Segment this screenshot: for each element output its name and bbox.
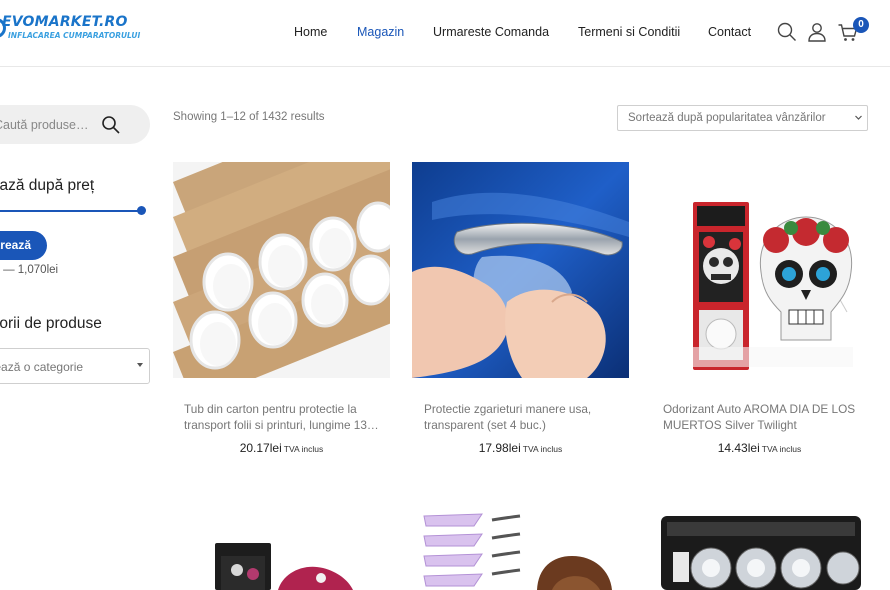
air-freshener-image <box>651 162 868 378</box>
product-tva-label: TVA inclus <box>522 444 563 454</box>
price-filter-title: Filtrează după preț <box>0 177 95 194</box>
category-select[interactable]: Selectează o categorie <box>0 348 150 384</box>
main-nav: Home Magazin Urmareste Comanda Termeni s… <box>0 25 890 45</box>
nav-termeni-conditii[interactable]: Termeni si Conditii <box>578 25 680 39</box>
nav-magazin[interactable]: Magazin <box>357 25 404 39</box>
product-image-6[interactable] <box>651 508 868 590</box>
search-icon[interactable] <box>776 21 798 43</box>
product-image-2[interactable] <box>412 162 629 378</box>
filter-button[interactable]: Filtrează <box>0 231 47 260</box>
price-slider-handle[interactable] <box>137 206 146 215</box>
sort-select-value: Sortează după popularitatea vânzărilor <box>628 112 826 124</box>
eyeliner-stencil-image <box>412 508 629 590</box>
air-freshener-image <box>173 508 390 590</box>
product-tva-label: TVA inclus <box>283 444 324 454</box>
product-tva-label: TVA inclus <box>761 444 802 454</box>
sort-select[interactable]: Sortează după popularitatea vânzărilor <box>617 105 868 131</box>
product-price-1: 20.17lei TVA inclus <box>173 441 390 455</box>
nav-home[interactable]: Home <box>294 25 327 39</box>
site-header: EVOMARKET.RO INFLACAREA CUMPARATORULUI H… <box>0 0 890 67</box>
product-price-value: 17.98lei <box>478 441 521 455</box>
category-select-value: Selectează o categorie <box>0 360 84 374</box>
product-title-1[interactable]: Tub din carton pentru protectie la trans… <box>184 401 384 433</box>
door-handle-protection-image <box>412 162 629 378</box>
product-image-3[interactable] <box>651 162 868 378</box>
search-submit-icon[interactable] <box>101 115 121 135</box>
product-price-value: 14.43lei <box>717 441 760 455</box>
product-search <box>0 105 150 144</box>
nav-contact[interactable]: Contact <box>708 25 751 39</box>
product-title-2[interactable]: Protectie zgarieturi manere usa, transpa… <box>424 401 624 433</box>
cardboard-tubes-image <box>173 162 390 378</box>
product-title-3[interactable]: Odorizant Auto AROMA DIA DE LOS MUERTOS … <box>663 401 863 433</box>
result-count: Showing 1–12 of 1432 results <box>173 111 325 123</box>
chevron-down-icon <box>855 115 862 120</box>
product-image-5[interactable] <box>412 508 629 590</box>
nav-urmareste-comanda[interactable]: Urmareste Comanda <box>433 25 549 39</box>
product-search-input[interactable] <box>0 105 114 144</box>
price-range-label: 0lei — 1,070lei <box>0 264 59 276</box>
product-price-3: 14.43lei TVA inclus <box>651 441 868 455</box>
categories-title: Categorii de produse <box>0 315 102 332</box>
price-slider-track[interactable] <box>0 210 142 212</box>
product-image-1[interactable] <box>173 162 390 378</box>
product-price-value: 20.17lei <box>239 441 282 455</box>
led-work-light-image <box>651 508 868 590</box>
user-icon[interactable] <box>806 21 828 43</box>
chevron-down-icon <box>137 363 143 367</box>
product-image-4[interactable] <box>173 508 390 590</box>
product-price-2: 17.98lei TVA inclus <box>412 441 629 455</box>
cart-count-badge: 0 <box>853 17 869 33</box>
